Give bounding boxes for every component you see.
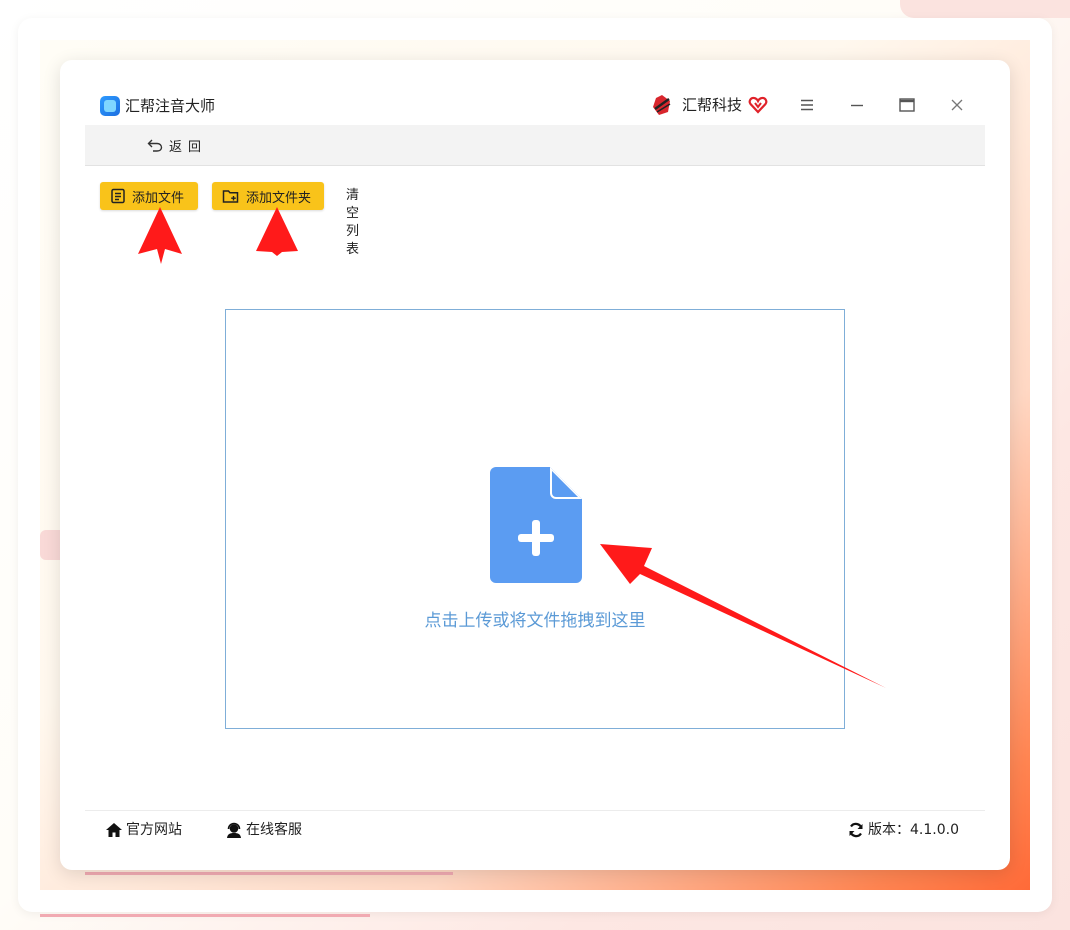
- app-logo-icon: [100, 96, 120, 116]
- back-button[interactable]: 返回: [147, 135, 207, 155]
- back-arrow-icon: [147, 139, 163, 152]
- folder-plus-icon: [222, 190, 239, 203]
- maximize-icon: [899, 98, 915, 112]
- file-list-icon: [111, 188, 125, 204]
- file-plus-icon: [490, 467, 582, 583]
- vip-heart-icon[interactable]: [748, 95, 768, 115]
- nav-bar: 返回: [85, 125, 985, 166]
- menu-icon: [801, 99, 813, 111]
- title-bar[interactable]: 汇帮注音大师 汇帮科技: [60, 60, 1010, 124]
- background-accent: [900, 0, 1070, 18]
- online-support-label: 在线客服: [246, 822, 302, 838]
- headset-icon: [227, 822, 241, 838]
- online-support-link[interactable]: 在线客服: [225, 821, 302, 839]
- maximize-button[interactable]: [892, 90, 922, 120]
- annotation-arrow-drop-zone: [600, 544, 886, 688]
- app-title: 汇帮注音大师: [125, 97, 216, 115]
- refresh-icon: [849, 822, 863, 838]
- decoration-line: [85, 872, 453, 875]
- minimize-button[interactable]: [842, 90, 872, 120]
- footer-bar: 官方网站 在线客服 版本： 4.1.0.0: [85, 810, 985, 851]
- minimize-icon: [851, 104, 863, 107]
- annotation-arrow-add-folder: [256, 207, 298, 256]
- add-folder-label: 添加文件夹: [246, 190, 312, 206]
- app-window: 汇帮注音大师 汇帮科技 返回 添加文件 添加文件夹 清空列表 点击上传或将文件拖…: [60, 60, 1010, 870]
- version-info: 版本： 4.1.0.0: [848, 821, 959, 839]
- decoration-line: [40, 914, 370, 917]
- brand-logo-icon: [653, 95, 671, 115]
- back-label: 返回: [169, 139, 208, 155]
- clear-list-button[interactable]: 清空列表: [346, 187, 359, 259]
- annotation-arrow-add-file: [138, 207, 182, 264]
- official-website-link[interactable]: 官方网站: [105, 821, 182, 839]
- version-prefix: 版本：: [868, 822, 911, 838]
- close-icon: [951, 99, 963, 111]
- version-number: 4.1.0.0: [910, 822, 959, 838]
- official-website-label: 官方网站: [126, 822, 182, 838]
- brand-name: 汇帮科技: [682, 96, 743, 114]
- menu-button[interactable]: [792, 90, 822, 120]
- home-icon: [106, 823, 122, 837]
- close-button[interactable]: [942, 90, 972, 120]
- add-file-label: 添加文件: [132, 190, 185, 206]
